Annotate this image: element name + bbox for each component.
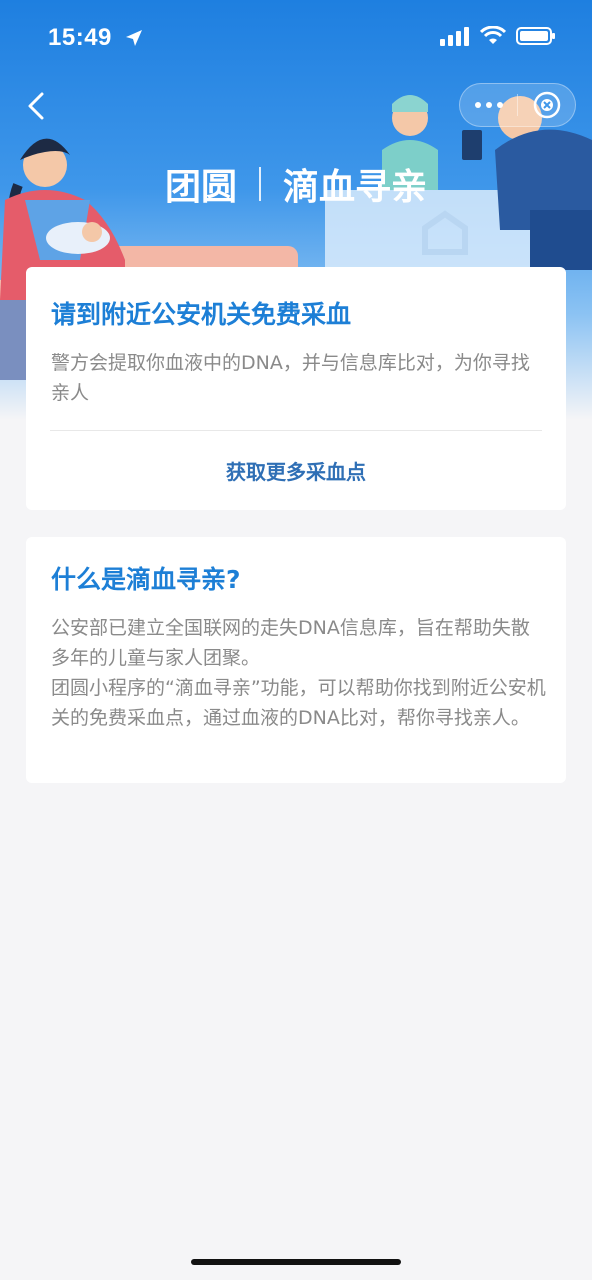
back-button[interactable] — [18, 88, 54, 124]
home-indicator — [191, 1259, 401, 1265]
brand-name: 团圆 — [164, 167, 237, 208]
status-time: 15:49 — [48, 24, 112, 51]
card-title: 请到附近公安机关免费采血 — [51, 300, 352, 329]
about-card: 什么是滴血寻亲? 公安部已建立全国联网的走失DNA信息库，旨在帮助失散多年的儿童… — [26, 537, 566, 783]
chevron-left-icon — [28, 92, 44, 120]
page-title: 滴血寻亲 — [283, 167, 428, 208]
header-brand: 团圆 滴血寻亲 — [0, 158, 592, 210]
battery-icon — [516, 27, 555, 45]
card-description: 警方会提取你血液中的DNA，并与信息库比对，为你寻找亲人 — [51, 352, 530, 404]
signal-icon — [440, 27, 469, 46]
status-bar: 15:49 — [0, 0, 592, 80]
more-collection-points-link[interactable]: 获取更多采血点 — [26, 456, 566, 485]
status-icons — [440, 26, 556, 46]
card-divider — [50, 430, 542, 431]
close-circle-icon — [533, 91, 560, 119]
brand-separator — [259, 167, 261, 201]
wifi-icon — [480, 26, 506, 44]
more-dot — [496, 102, 503, 108]
miniprogram-capsule — [459, 83, 576, 127]
more-dot — [485, 102, 492, 108]
card-title: 什么是滴血寻亲? — [51, 565, 241, 594]
more-dots-icon — [474, 102, 481, 108]
location-arrow-icon — [126, 30, 142, 46]
blood-collection-card: 请到附近公安机关免费采血 警方会提取你血液中的DNA，并与信息库比对，为你寻找亲… — [26, 267, 566, 510]
more-button[interactable] — [460, 84, 517, 126]
card-description: 公安部已建立全国联网的走失DNA信息库，旨在帮助失散多年的儿童与家人团聚。 团圆… — [51, 617, 546, 729]
close-button[interactable] — [518, 84, 575, 126]
